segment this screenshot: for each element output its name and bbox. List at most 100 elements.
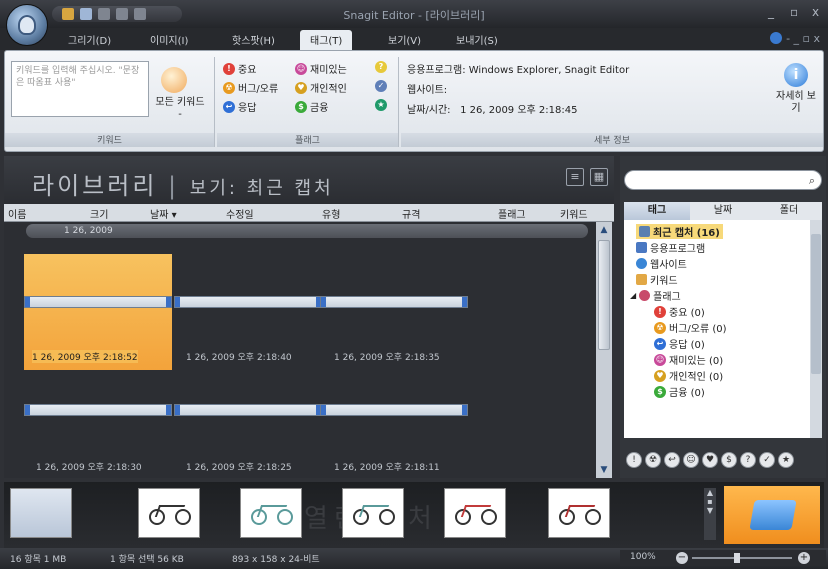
details-group: 응용프로그램: Windows Explorer, Snagit Editor … [401,57,823,147]
scroll-down-icon[interactable]: ▼ [598,464,610,476]
star-flag-icon[interactable]: ★ [778,452,794,468]
bicycle-icon [455,503,497,527]
column-dimensions[interactable]: 규격 [402,206,420,221]
tab-image[interactable]: 이미지(I) [150,32,188,47]
capture-thumbnail-6[interactable] [320,404,468,416]
flag-check[interactable]: ✓ [375,80,387,92]
tab-date[interactable]: 날짜 [690,202,756,220]
flag-important[interactable]: ! 중요 [223,61,256,76]
tab-send[interactable]: 보내기(S) [456,32,498,47]
star-flag-icon: ★ [375,99,387,111]
tree-item-flag-bug[interactable]: ☢ 버그/오류 (0) [654,320,727,335]
important-flag-icon: ! [654,305,666,318]
tree-item-flag-important[interactable]: ! 중요 (0) [654,304,705,319]
application-menu-button[interactable] [6,4,48,46]
status-bar: 16 항목 1 MB 1 항목 선택 56 KB 893 x 158 x 24-… [0,548,828,569]
tray-capture-bike-5[interactable] [548,488,610,538]
capture-thumbnail-5[interactable] [174,404,322,416]
website-info: 웹사이트: [407,85,448,96]
search-icon[interactable]: ⌕ [809,174,815,188]
tray-capture-screenshot[interactable] [10,488,72,538]
important-flag-icon: ! [223,62,235,75]
flag-group-label: 플래그 [217,133,398,147]
maximize-button[interactable]: ▫ [790,5,798,19]
zoom-in-button[interactable]: + [798,552,810,564]
datetime-info: 날짜/시간: 1 26, 2009 오후 2:18:45 [407,105,578,116]
tab-hotspot[interactable]: 핫스팟(H) [232,32,275,47]
column-size[interactable]: 크기 [90,206,108,221]
status-dimensions: 893 x 158 x 24-비트 [232,555,320,565]
list-view-icon[interactable]: ≡ [566,168,584,186]
flag-finance[interactable]: $ 금융 [295,99,328,114]
ribbon-window-controls[interactable]: - _ ▫ x [770,32,820,45]
tab-view[interactable]: 보기(V) [388,32,421,47]
flag-funny[interactable]: ☺ 재미있는 [295,61,347,76]
date-group-header[interactable]: 1 26, 2009 [26,224,588,238]
tree-item-flag-funny[interactable]: ☺ 재미있는 (0) [654,352,723,367]
tree-item-flags[interactable]: ◢ 플래그 [630,288,681,303]
important-flag-icon[interactable]: ! [626,452,642,468]
tray-capture-bike-2[interactable] [240,488,302,538]
tree-scrollbar[interactable] [810,220,822,438]
keyword-input[interactable]: 키워드를 입력해 주십시오. "문장은 따옴표 사용" [11,61,149,117]
column-date[interactable]: 날짜 ▾ [150,206,177,221]
column-modified[interactable]: 수정일 [226,206,254,221]
reply-flag-icon: ↩ [223,100,235,113]
question-flag-icon[interactable]: ? [740,452,756,468]
capture-thumbnail-3[interactable] [320,296,468,308]
zoom-slider[interactable] [692,553,792,563]
open-folder-button[interactable] [724,486,820,544]
tab-draw[interactable]: 그리기(D) [68,32,111,47]
tree-scrollbar-thumb[interactable] [811,234,821,374]
tree-item-recent-captures[interactable]: 최근 캡처 (16) [636,224,723,239]
column-type[interactable]: 유형 [322,206,340,221]
all-keywords-button[interactable]: 모든 키워드 - [155,97,205,121]
column-flag[interactable]: 플래그 [498,206,526,221]
capture-thumbnail-2[interactable] [174,296,322,308]
tray-capture-bike-4[interactable] [444,488,506,538]
capture-caption-5: 1 26, 2009 오후 2:18:25 [186,463,292,473]
library-search-input[interactable]: ⌕ [624,170,822,190]
tree-item-keywords[interactable]: 키워드 [636,272,678,287]
tree-item-flag-reply[interactable]: ↩ 응답 (0) [654,336,705,351]
column-keyword[interactable]: 키워드 [560,206,588,221]
bug-flag-icon[interactable]: ☢ [645,452,661,468]
column-name[interactable]: 이름 [8,206,26,221]
tab-tags[interactable]: 태그 [624,202,690,220]
flag-question[interactable]: ? [375,61,387,73]
zoom-slider-knob[interactable] [734,553,740,563]
tree-item-websites[interactable]: 웹사이트 [636,256,687,271]
library-scrollbar[interactable]: ▲ ▼ [596,222,612,478]
capture-thumbnail-4[interactable] [24,404,172,416]
ribbon-tabs: 그리기(D) 이미지(I) 핫스팟(H) 태그(T) 보기(V) 보내기(S) … [0,28,828,50]
tray-capture-bike-3[interactable] [342,488,404,538]
application-icon [636,242,647,253]
expand-arrow-icon[interactable]: ◢ [630,291,636,300]
help-icon[interactable] [770,32,783,44]
tab-folder[interactable]: 폴더 [756,202,822,220]
flag-personal[interactable]: ♥ 개인적인 [295,80,347,95]
minimize-button[interactable]: _ [768,5,774,19]
reply-flag-icon[interactable]: ↩ [664,452,680,468]
close-button[interactable]: x [812,5,819,19]
zoom-out-button[interactable]: − [676,552,688,564]
flag-star[interactable]: ★ [375,99,387,111]
tray-scrollbar[interactable]: ▲ ▪ ▼ [704,488,716,540]
tab-tag[interactable]: 태그(T) [300,30,353,50]
tree-item-flag-finance[interactable]: $ 금융 (0) [654,384,705,399]
scroll-up-icon[interactable]: ▲ [598,224,610,236]
snagit-editor-window: Snagit Editor - [라이브러리] _ ▫ x 그리기(D) 이미지… [0,0,828,569]
funny-flag-icon[interactable]: ☺ [683,452,699,468]
more-details-button[interactable]: i 자세히 보기 [775,63,817,115]
scrollbar-thumb[interactable] [598,240,610,350]
tree-item-applications[interactable]: 응용프로그램 [636,240,705,255]
flag-reply[interactable]: ↩ 응답 [223,99,256,114]
thumbnail-view-icon[interactable]: ▦ [590,168,608,186]
tree-item-flag-personal[interactable]: ♥ 개인적인 (0) [654,368,723,383]
finance-flag-icon[interactable]: $ [721,452,737,468]
tray-capture-bike-1[interactable] [138,488,200,538]
personal-flag-icon[interactable]: ♥ [702,452,718,468]
flag-bug[interactable]: ☢ 버그/오류 [223,80,278,95]
check-flag-icon[interactable]: ✓ [759,452,775,468]
capture-thumbnail-1[interactable] [24,296,172,308]
